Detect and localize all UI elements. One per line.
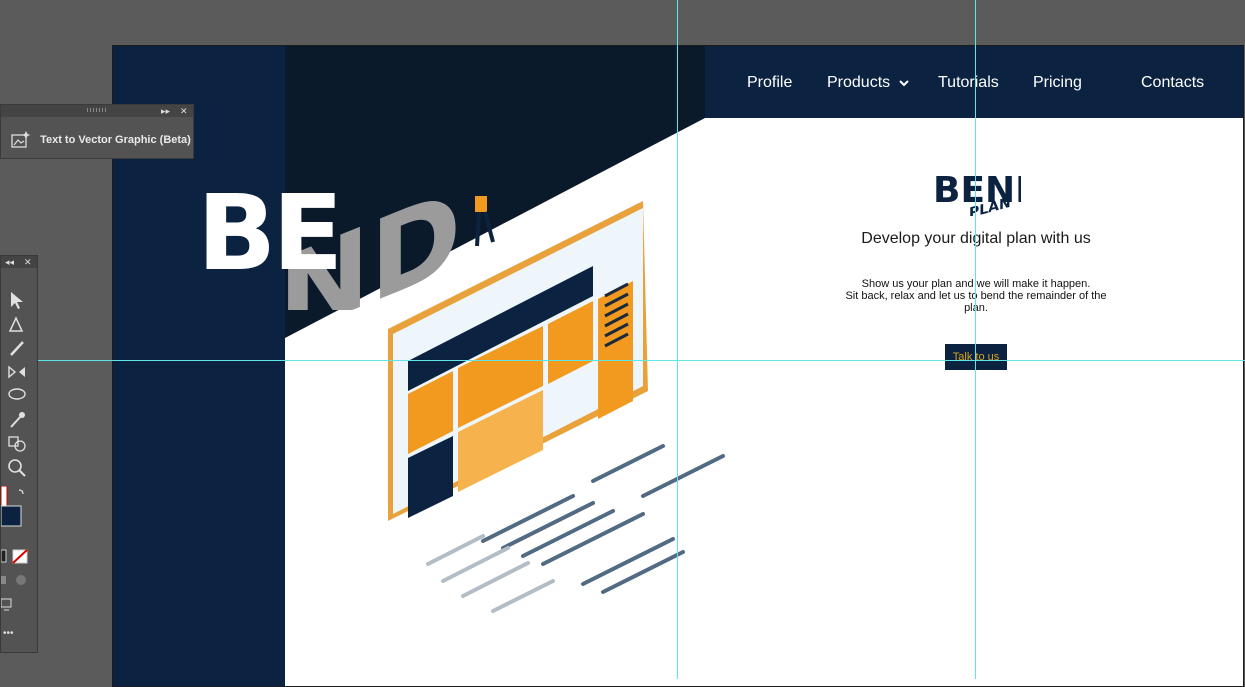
eyedropper-tool-icon[interactable] [7,410,27,430]
more-tools-icon[interactable]: ••• [3,628,14,639]
panel-title: Text to Vector Graphic (Beta) [40,133,191,146]
tools-panel-header[interactable]: ◂◂ ✕ [1,256,37,268]
paintbrush-tool-icon[interactable] [7,338,27,358]
reflect-tool-icon[interactable] [7,362,27,382]
tools-panel: ◂◂ ✕ ••• [0,255,38,653]
panel-header[interactable]: ▸▸ ✕ [1,105,193,117]
hero-logo-text: BE [197,172,343,294]
close-icon[interactable]: ✕ [24,256,32,268]
hero-body-copy: Show us your plan and we will make it ha… [833,278,1119,314]
nav-item-products-label: Products [827,74,891,91]
hero-body-line-1: Show us your plan and we will make it ha… [861,278,1091,290]
lasso-tool-icon[interactable] [7,386,27,406]
small-logo: BEND PLAN [933,170,1021,216]
collapse-panel-icon[interactable]: ◂◂ [5,256,14,268]
horizontal-guide[interactable] [36,360,1245,361]
artboard: ND PLAN BE [112,45,1244,687]
fill-stroke-swatches[interactable] [1,486,35,536]
panel-title-button[interactable]: Text to Vector Graphic (Beta) [11,131,191,149]
top-navigation: Profile Products Tutorials Pricing Conta… [705,46,1243,118]
draw-mode-icons[interactable] [1,574,31,586]
isometric-webpage-illustration [388,196,725,613]
nav-item-tutorials[interactable]: Tutorials [938,74,999,92]
sparkle-image-icon [11,131,31,148]
hero-content: BEND PLAN Develop your digital plan with… [833,156,1119,370]
nav-item-pricing[interactable]: Pricing [1033,74,1082,92]
talk-to-us-button[interactable]: Talk to us [944,344,1008,370]
pen-tool-icon[interactable] [7,314,27,334]
vertical-guide-2[interactable] [975,0,976,679]
hero-tagline: Develop your digital plan with us [861,230,1091,247]
selection-tool-icon[interactable] [7,290,27,310]
person-with-laptop-figure [475,196,495,247]
screen-mode-icon[interactable] [1,598,15,612]
text-to-vector-panel[interactable]: ▸▸ ✕ Text to Vector Graphic (Beta) [0,104,194,159]
hero-body-line-2: Sit back, relax and let us to bend the r… [845,290,1107,314]
color-mode-icons[interactable] [1,548,31,566]
shape-builder-tool-icon[interactable] [7,434,27,454]
nav-item-contacts[interactable]: Contacts [1141,74,1204,92]
close-icon[interactable]: ✕ [180,105,188,117]
vertical-guide-1[interactable] [677,0,678,679]
nav-item-products[interactable]: Products [827,74,909,92]
collapse-panel-icon[interactable]: ▸▸ [161,105,170,117]
nav-item-profile[interactable]: Profile [747,74,792,92]
chevron-down-icon [898,80,909,87]
zoom-tool-icon[interactable] [7,458,27,478]
panel-drag-grip[interactable] [87,108,107,112]
